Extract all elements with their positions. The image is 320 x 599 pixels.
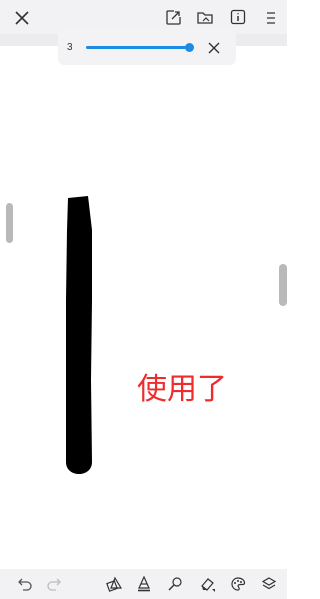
brush-icon[interactable] (165, 574, 185, 594)
layers-icon[interactable] (259, 574, 279, 594)
brush-stroke (66, 196, 92, 474)
redo-icon[interactable] (44, 574, 64, 594)
bottom-toolbar (0, 569, 287, 599)
drawing-canvas[interactable] (0, 0, 316, 599)
eraser-icon[interactable] (197, 574, 219, 594)
canvas-text: 使用了 (137, 372, 227, 407)
fill-icon[interactable] (134, 574, 154, 594)
shapes-icon[interactable] (104, 574, 124, 594)
palette-icon[interactable] (228, 574, 248, 594)
undo-icon[interactable] (15, 574, 35, 594)
